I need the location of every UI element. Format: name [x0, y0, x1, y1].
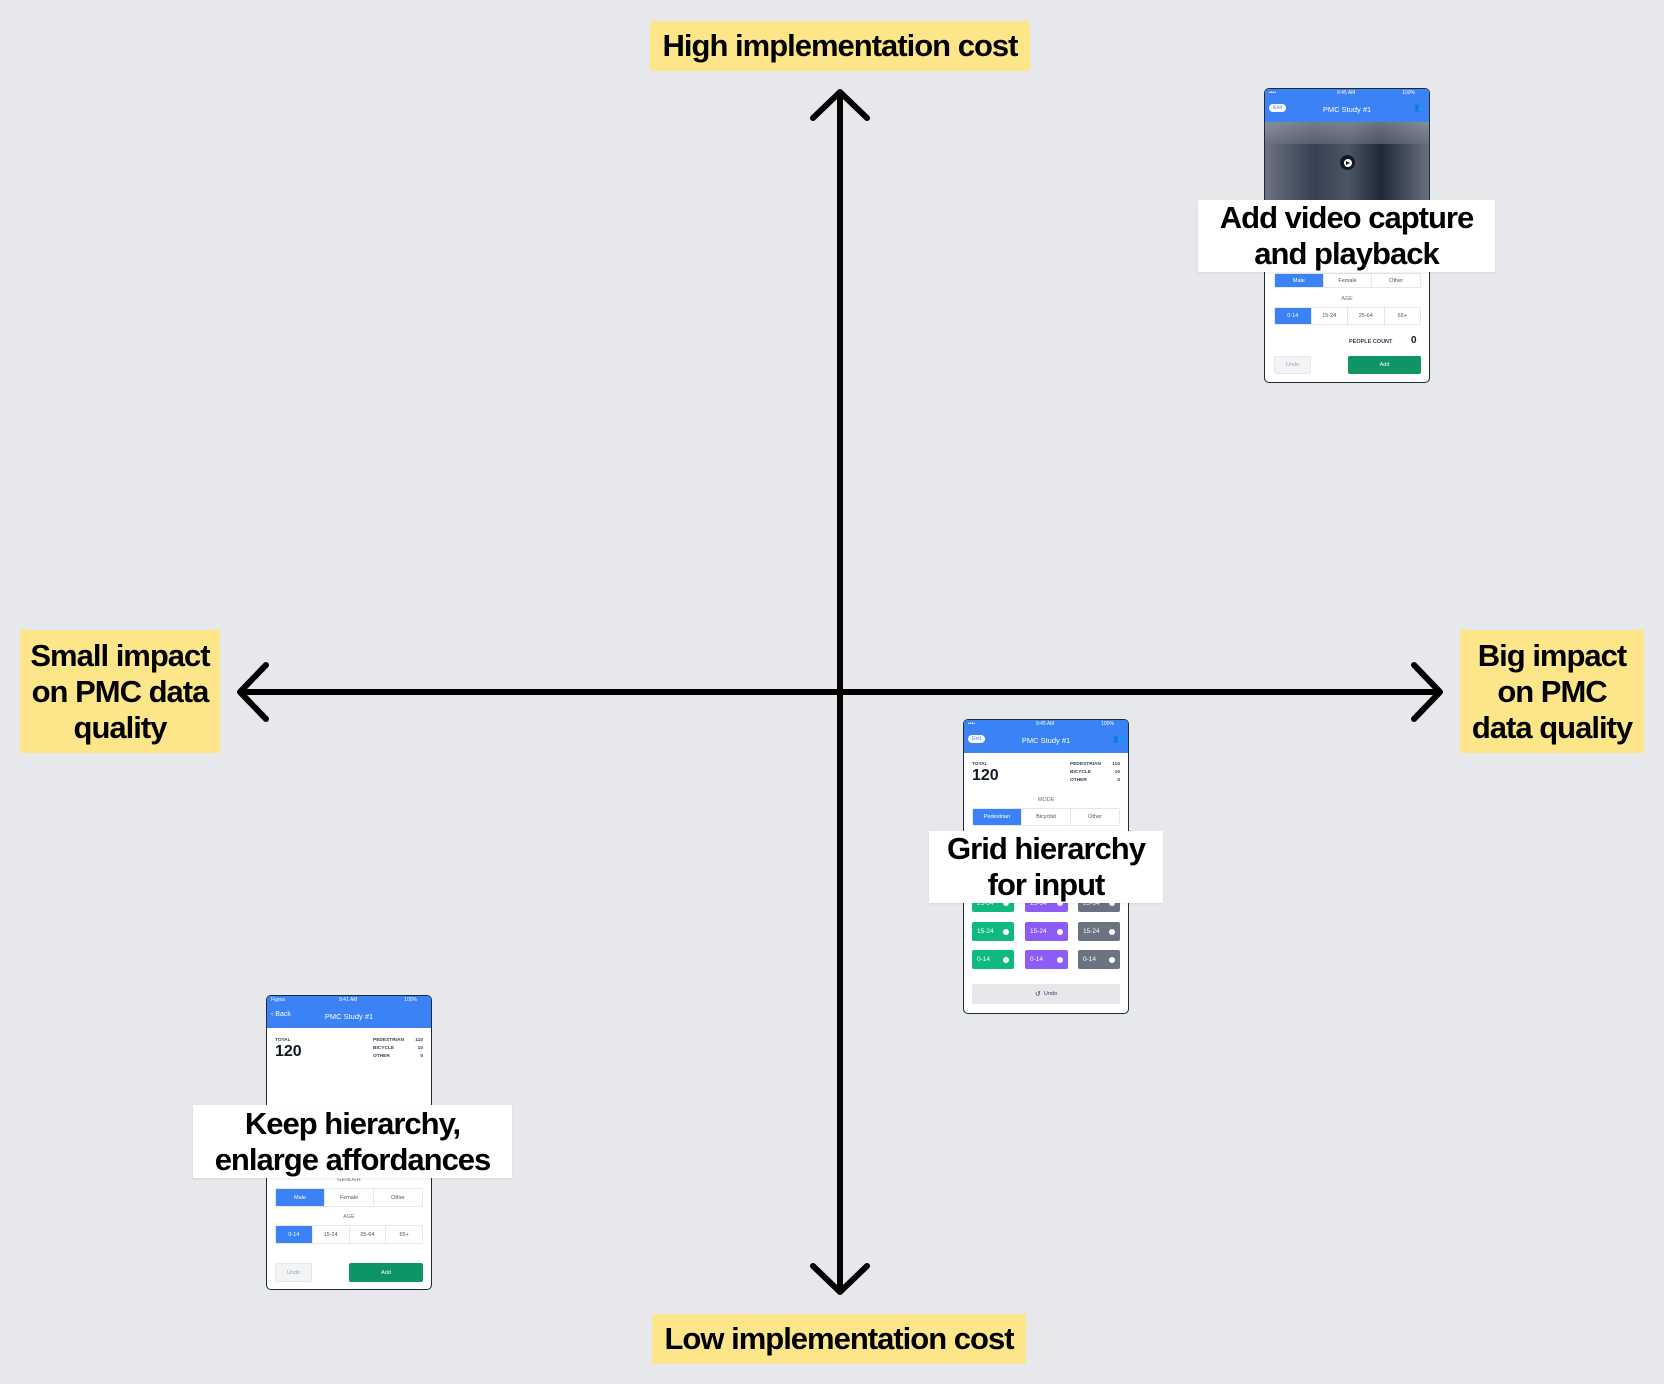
age-65-plus[interactable]: 65+ [1383, 308, 1421, 324]
people-count-label: PEOPLE COUNT [1349, 339, 1393, 345]
stat-pedestrian-value: 110 [415, 1038, 423, 1043]
battery: 100% [1101, 721, 1114, 727]
plus-icon [1057, 928, 1063, 935]
carrier: •••• [968, 721, 976, 727]
gender-male[interactable]: Male [1275, 274, 1323, 287]
app-header: •••• 9:45 AM 100% Exit PMC Study #1 👥 [964, 720, 1128, 753]
grid-button[interactable]: 0-14 [972, 950, 1014, 969]
stat-bicycle-value: 10 [1114, 770, 1120, 775]
gender-selector: Male Female Other [275, 1188, 423, 1207]
grid-button[interactable]: 15-24 [1078, 922, 1120, 941]
grid-button[interactable]: 15-24 [1025, 922, 1068, 941]
total-value: 120 [275, 1043, 302, 1060]
axis-label-top: High implementation cost [650, 21, 1030, 71]
stat-bicycle-value: 10 [417, 1046, 423, 1051]
status-time: 9:45 AM [1036, 721, 1055, 727]
age-15-24[interactable]: 15-24 [1310, 308, 1348, 324]
axis-label-bottom: Low implementation cost [652, 1314, 1026, 1364]
stat-pedestrian-label: PEDESTRIAN [373, 1038, 404, 1043]
mode-label: MODE [1037, 797, 1055, 803]
mode-selector: Pedestrian Bicyclist Other [972, 808, 1120, 826]
stat-other-label: OTHER [1070, 778, 1087, 783]
stat-bicycle-label: BICYCLE [373, 1046, 395, 1051]
battery: 100% [404, 997, 417, 1003]
plus-icon [1003, 928, 1009, 935]
stat-pedestrian-value: 110 [1112, 762, 1120, 767]
status-time: 9:41 AM [339, 997, 358, 1003]
stat-pedestrian-label: PEDESTRIAN [1070, 762, 1101, 767]
stat-other-value: 0 [420, 1054, 423, 1059]
age-label: AGE [1341, 296, 1353, 302]
study-title: PMC Study #1 [1021, 736, 1071, 745]
axis-label-right: Big impact on PMC data quality [1460, 630, 1644, 753]
plus-icon [1109, 956, 1115, 963]
idea-label-video: Add video capture and playback [1198, 200, 1495, 272]
age-selector: 0-14 15-24 25-64 65+ [1274, 307, 1421, 325]
gender-female[interactable]: Female [1322, 274, 1372, 287]
play-icon[interactable] [1340, 155, 1355, 170]
gender-selector: Male Female Other [1274, 273, 1421, 288]
undo-button[interactable]: ↺ Undo [972, 984, 1120, 1004]
grid-button[interactable]: 0-14 [1025, 950, 1068, 969]
gender-other[interactable]: Other [373, 1189, 422, 1206]
gender-female[interactable]: Female [324, 1189, 373, 1206]
total-value: 120 [972, 767, 999, 784]
study-title: PMC Study #1 [324, 1012, 374, 1021]
study-title: PMC Study #1 [1322, 105, 1372, 114]
add-button[interactable]: Add [1348, 356, 1421, 374]
carrier: •••• [1269, 90, 1277, 96]
age-0-14[interactable]: 0-14 [276, 1226, 312, 1243]
age-0-14[interactable]: 0-14 [1275, 308, 1311, 324]
grid-button[interactable]: 0-14 [1078, 950, 1120, 969]
app-header: •••• 9:45 AM 100% Exit PMC Study #1 👥 [1265, 89, 1429, 122]
stat-bicycle-label: BICYCLE [1070, 770, 1092, 775]
undo-icon: ↺ [1034, 991, 1041, 998]
carrier: Figma [271, 997, 285, 1003]
idea-label-hierarchy: Keep hierarchy, enlarge affordances [193, 1105, 512, 1178]
idea-label-grid: Grid hierarchy for input [929, 831, 1163, 903]
age-25-64[interactable]: 25-64 [1347, 308, 1384, 324]
age-25-64[interactable]: 25-64 [348, 1226, 386, 1243]
gender-other[interactable]: Other [1371, 274, 1420, 287]
users-icon[interactable]: 👥 [1414, 103, 1424, 112]
video-preview[interactable] [1265, 122, 1429, 202]
stat-other-value: 0 [1117, 778, 1120, 783]
gender-male[interactable]: Male [276, 1189, 324, 1206]
people-count: 0 [1411, 335, 1417, 346]
stat-other-label: OTHER [373, 1054, 390, 1059]
mode-bicyclist[interactable]: Bicyclist [1021, 809, 1070, 825]
plus-icon [1109, 928, 1115, 935]
add-button[interactable]: Add [349, 1263, 423, 1282]
battery: 100% [1402, 90, 1415, 96]
mode-pedestrian[interactable]: Pedestrian [973, 809, 1021, 825]
users-icon[interactable]: 👥 [1113, 734, 1123, 743]
age-65-plus[interactable]: 65+ [385, 1226, 422, 1243]
mode-other[interactable]: Other [1070, 809, 1119, 825]
axis-label-left: Small impact on PMC data quality [20, 630, 220, 753]
undo-button[interactable]: Undo [275, 1263, 312, 1282]
plus-icon [1057, 956, 1063, 963]
age-selector: 0-14 15-24 25-64 65+ [275, 1225, 423, 1244]
age-label: AGE [343, 1214, 355, 1220]
status-time: 9:45 AM [1337, 90, 1356, 96]
undo-button[interactable]: Undo [1274, 356, 1311, 374]
grid-button[interactable]: 15-24 [972, 922, 1014, 941]
age-15-24[interactable]: 15-24 [311, 1226, 349, 1243]
plus-icon [1003, 956, 1009, 963]
app-header: Figma 9:41 AM 100% ‹ Back PMC Study #1 [267, 996, 431, 1028]
